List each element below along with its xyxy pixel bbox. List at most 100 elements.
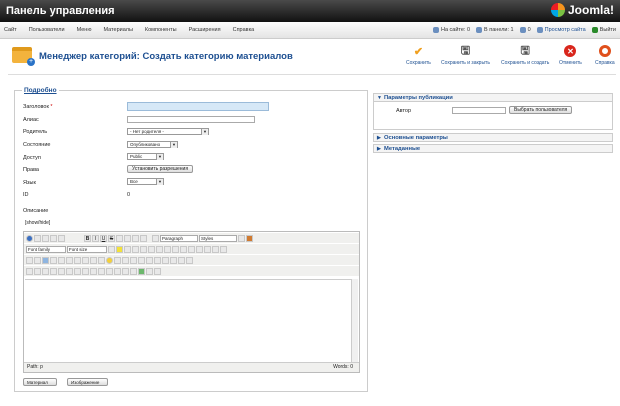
align-left-icon[interactable] — [116, 234, 123, 242]
indent-icon[interactable] — [188, 245, 195, 253]
datetime-icon[interactable] — [130, 267, 137, 275]
italic-button[interactable]: I — [92, 234, 99, 242]
save-new-button[interactable]: 🖫 Сохранить и создать — [501, 45, 549, 67]
attribs-icon[interactable] — [98, 267, 105, 275]
metadata-header[interactable]: ▶ Метаданные — [373, 144, 613, 153]
row-props-icon[interactable] — [122, 256, 129, 264]
delete-row-icon[interactable] — [146, 256, 153, 264]
menu-item-components[interactable]: Компоненты — [145, 27, 177, 33]
preview-icon[interactable] — [90, 256, 97, 264]
menu-item-users[interactable]: Пользователи — [29, 27, 65, 33]
numbered-list-icon[interactable] — [172, 245, 179, 253]
access-select[interactable]: Public ▼ — [127, 153, 164, 160]
title-input[interactable] — [127, 102, 269, 111]
find-replace-icon[interactable] — [238, 234, 245, 242]
text-color-icon[interactable] — [108, 245, 115, 253]
copy-icon[interactable] — [132, 245, 139, 253]
merge-cells-icon[interactable] — [178, 256, 185, 264]
logout-link[interactable]: Выйти — [591, 27, 616, 33]
delete-col-icon[interactable] — [162, 256, 169, 264]
insert-article-button[interactable]: Материал — [23, 378, 57, 386]
alias-input[interactable] — [127, 116, 255, 123]
menu-item-site[interactable]: Сайт — [4, 27, 17, 33]
del-icon[interactable] — [90, 267, 97, 275]
paste-word-icon[interactable] — [156, 245, 163, 253]
anchor-icon[interactable] — [66, 256, 73, 264]
omega-special-char-icon[interactable] — [212, 245, 219, 253]
redo-icon[interactable] — [50, 234, 57, 242]
align-right-icon[interactable] — [132, 234, 139, 242]
media-icon[interactable] — [98, 256, 105, 264]
menu-item-content[interactable]: Материалы — [103, 27, 132, 33]
split-cells-icon[interactable] — [170, 256, 177, 264]
editor-scrollbar[interactable] — [351, 279, 358, 363]
outdent-icon[interactable] — [180, 245, 187, 253]
layer-icon[interactable] — [50, 267, 57, 275]
align-justify-icon[interactable] — [140, 234, 147, 242]
cancel-button[interactable]: ✕ Отменить — [559, 45, 582, 66]
language-select[interactable]: Все ▼ — [127, 178, 164, 185]
style-props-icon[interactable] — [106, 267, 113, 275]
menu-item-extensions[interactable]: Расширения — [189, 27, 221, 33]
parent-select[interactable]: - Нет родителя - ▼ — [127, 128, 209, 135]
strikethrough-button[interactable]: S — [108, 234, 115, 242]
visual-aid-icon[interactable] — [26, 267, 33, 275]
cut-icon[interactable] — [124, 245, 131, 253]
fullscreen-icon[interactable] — [186, 256, 193, 264]
unlink-icon[interactable] — [58, 256, 65, 264]
restore-draft-icon[interactable] — [146, 267, 153, 275]
set-permissions-button[interactable]: Установить разрешения — [127, 165, 194, 173]
underline-button[interactable]: U — [100, 234, 107, 242]
insert-image-button[interactable]: Изображение — [67, 378, 109, 386]
blockquote-icon[interactable] — [122, 267, 129, 275]
paragraph-format-icon[interactable] — [152, 234, 159, 242]
clear-icon[interactable] — [58, 234, 65, 242]
spellcheck-icon[interactable] — [138, 267, 145, 275]
pilcrow-icon[interactable] — [34, 267, 41, 275]
save-button[interactable]: ✔ Сохранить — [406, 45, 431, 67]
toggle-editor-link[interactable]: [show/hide] — [25, 220, 50, 226]
bullet-list-icon[interactable] — [164, 245, 171, 253]
help-icon[interactable] — [26, 234, 33, 242]
path-value[interactable]: p — [40, 364, 43, 370]
table-icon[interactable] — [114, 256, 121, 264]
print-icon[interactable] — [82, 256, 89, 264]
cell-props-icon[interactable] — [130, 256, 137, 264]
undo-icon[interactable] — [42, 234, 49, 242]
emoticons-icon[interactable] — [106, 256, 113, 264]
align-center-icon[interactable] — [124, 234, 131, 242]
link-icon[interactable] — [50, 256, 57, 264]
format-select[interactable]: Paragraph — [160, 234, 198, 242]
editor-content-area[interactable] — [25, 279, 351, 363]
font-size-select[interactable]: Font size — [67, 245, 107, 253]
help-button[interactable]: Справка — [595, 45, 615, 66]
rtl-icon[interactable] — [34, 256, 41, 264]
save-close-button[interactable]: 🖫 Сохранить и закрыть — [441, 45, 490, 67]
font-family-select[interactable]: Font family — [26, 245, 66, 253]
insert-row-icon[interactable] — [138, 256, 145, 264]
template-icon[interactable] — [42, 267, 49, 275]
insert-col-icon[interactable] — [154, 256, 161, 264]
subscript-icon[interactable] — [204, 245, 211, 253]
publishing-panel-header[interactable]: ▼ Параметры публикации — [373, 93, 613, 102]
brush-icon[interactable] — [246, 234, 253, 242]
paste-icon[interactable] — [140, 245, 147, 253]
state-select[interactable]: Опубликовано ▼ — [127, 141, 178, 148]
highlight-color-icon[interactable] — [116, 245, 123, 253]
superscript-icon[interactable] — [196, 245, 203, 253]
messages-count[interactable]: 0 — [519, 27, 531, 33]
ins-icon[interactable] — [82, 267, 89, 275]
bold-button[interactable]: B — [84, 234, 91, 242]
non-breaking-icon[interactable] — [114, 267, 121, 275]
menu-item-help[interactable]: Справка — [233, 27, 255, 33]
new-document-icon[interactable] — [34, 234, 41, 242]
ltr-icon[interactable] — [26, 256, 33, 264]
basic-options-header[interactable]: ▶ Основные параметры — [373, 133, 613, 142]
acronym-icon[interactable] — [66, 267, 73, 275]
paste-text-icon[interactable] — [148, 245, 155, 253]
code-icon[interactable] — [154, 267, 161, 275]
cleanup-icon[interactable] — [74, 256, 81, 264]
image-icon[interactable] — [42, 256, 49, 264]
select-user-button[interactable]: Выбрать пользователя — [509, 106, 573, 114]
horizontal-rule-icon[interactable] — [220, 245, 227, 253]
